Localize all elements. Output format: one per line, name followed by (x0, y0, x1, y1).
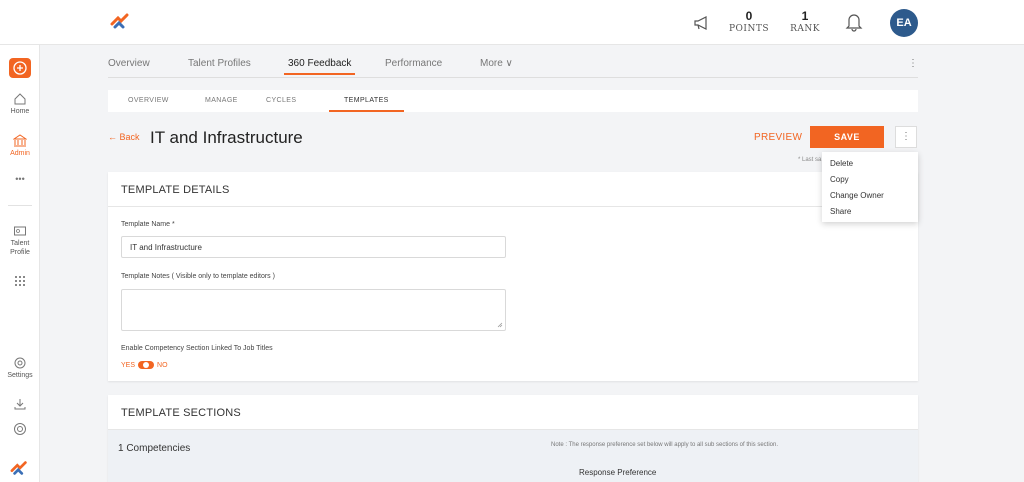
subtab-cycles[interactable]: CYCLES (266, 97, 296, 104)
points-value: 0 (745, 9, 753, 23)
more-options-button[interactable]: ⋮ (895, 126, 917, 148)
template-details-card: TEMPLATE DETAILS Template Name * IT and … (108, 172, 918, 381)
brand-logo-icon[interactable] (10, 459, 30, 477)
rail-talent-profile[interactable]: Talent Profile (0, 224, 40, 257)
gear-icon (14, 357, 26, 369)
points-stat[interactable]: 0 POINTS (724, 9, 774, 35)
rail-home-label: Home (10, 108, 30, 115)
page-title: IT and Infrastructure (150, 128, 303, 147)
tab-360-feedback[interactable]: 360 Feedback (283, 58, 356, 75)
rail-talent-label-2: Profile (10, 249, 30, 256)
tab-talent-profiles[interactable]: Talent Profiles (188, 58, 251, 69)
tab-more[interactable]: More ∨ (480, 58, 513, 69)
rank-stat[interactable]: 1 RANK (780, 9, 830, 35)
bell-icon[interactable] (845, 12, 863, 32)
response-preference-label: Response Preference (579, 468, 657, 477)
add-button[interactable] (9, 58, 31, 78)
tab-overview[interactable]: Overview (108, 58, 150, 69)
app-logo[interactable] (110, 11, 132, 31)
rail-admin[interactable]: Admin (0, 134, 40, 158)
rail-settings-label: Settings (7, 372, 33, 379)
rail-download[interactable] (0, 397, 40, 412)
rail-more[interactable]: ••• (0, 175, 40, 184)
subtab-manage[interactable]: MANAGE (205, 97, 238, 104)
tabs-overflow-icon[interactable]: ⋮ (908, 58, 918, 69)
rank-label: RANK (790, 24, 820, 34)
competency-toggle-row: YES NO (121, 361, 168, 369)
toggle-yes-label: YES (121, 361, 136, 369)
plus-circle-icon (13, 61, 27, 75)
menu-item-copy[interactable]: Copy (822, 172, 918, 188)
template-notes-textarea[interactable] (121, 289, 506, 331)
last-saved-text: * Last sa (798, 157, 822, 163)
competencies-section-row[interactable]: 1 Competencies Note : The response prefe… (108, 430, 918, 482)
avatar[interactable]: EA (890, 9, 918, 37)
bank-icon (13, 134, 27, 147)
template-details-heading: TEMPLATE DETAILS (108, 172, 918, 207)
competencies-title: 1 Competencies (118, 443, 191, 454)
rail-home[interactable]: Home (0, 92, 40, 116)
template-sections-heading: TEMPLATE SECTIONS (108, 395, 918, 430)
menu-item-delete[interactable]: Delete (822, 156, 918, 172)
top-bar: 0 POINTS 1 RANK EA (0, 0, 1024, 45)
id-card-icon (14, 226, 26, 236)
competency-toggle[interactable] (138, 361, 155, 369)
save-button[interactable]: SAVE (810, 126, 884, 148)
sub-tabs: OVERVIEW MANAGE CYCLES TEMPLATES (108, 90, 918, 112)
resize-handle-icon[interactable] (497, 322, 503, 328)
template-sections-card: TEMPLATE SECTIONS 1 Competencies Note : … (108, 395, 918, 482)
tab-performance[interactable]: Performance (385, 58, 442, 69)
response-note: Note : The response preference set below… (551, 442, 779, 448)
subtab-overview[interactable]: OVERVIEW (128, 97, 169, 104)
left-rail: Home Admin ••• Talent Profile Settings (0, 45, 40, 482)
template-name-label: Template Name * (121, 221, 175, 228)
menu-item-share[interactable]: Share (822, 204, 918, 220)
rail-talent-label-1: Talent (10, 240, 30, 247)
rail-settings[interactable]: Settings (0, 356, 40, 380)
toggle-no-label: NO (157, 361, 168, 369)
menu-item-change-owner[interactable]: Change Owner (822, 188, 918, 204)
rail-help[interactable] (0, 422, 40, 437)
competency-toggle-label: Enable Competency Section Linked To Job … (121, 345, 273, 352)
rail-divider (8, 205, 32, 206)
rail-apps[interactable] (0, 274, 40, 289)
subtab-templates[interactable]: TEMPLATES (329, 97, 404, 112)
points-label: POINTS (728, 24, 770, 34)
megaphone-icon[interactable] (692, 13, 712, 33)
lifebuoy-icon (14, 423, 26, 435)
template-notes-label: Template Notes ( Visible only to templat… (121, 273, 275, 280)
home-icon (14, 93, 26, 105)
grid-icon (15, 276, 25, 286)
preview-button[interactable]: PREVIEW (754, 132, 802, 143)
template-name-input[interactable]: IT and Infrastructure (121, 236, 506, 258)
back-link[interactable]: ← Back (108, 132, 140, 142)
rank-value: 1 (801, 9, 809, 23)
options-menu: Delete Copy Change Owner Share (822, 152, 918, 222)
primary-tabs: Overview Talent Profiles 360 Feedback Pe… (108, 58, 918, 78)
rail-admin-label: Admin (10, 150, 30, 157)
download-icon (14, 399, 26, 410)
